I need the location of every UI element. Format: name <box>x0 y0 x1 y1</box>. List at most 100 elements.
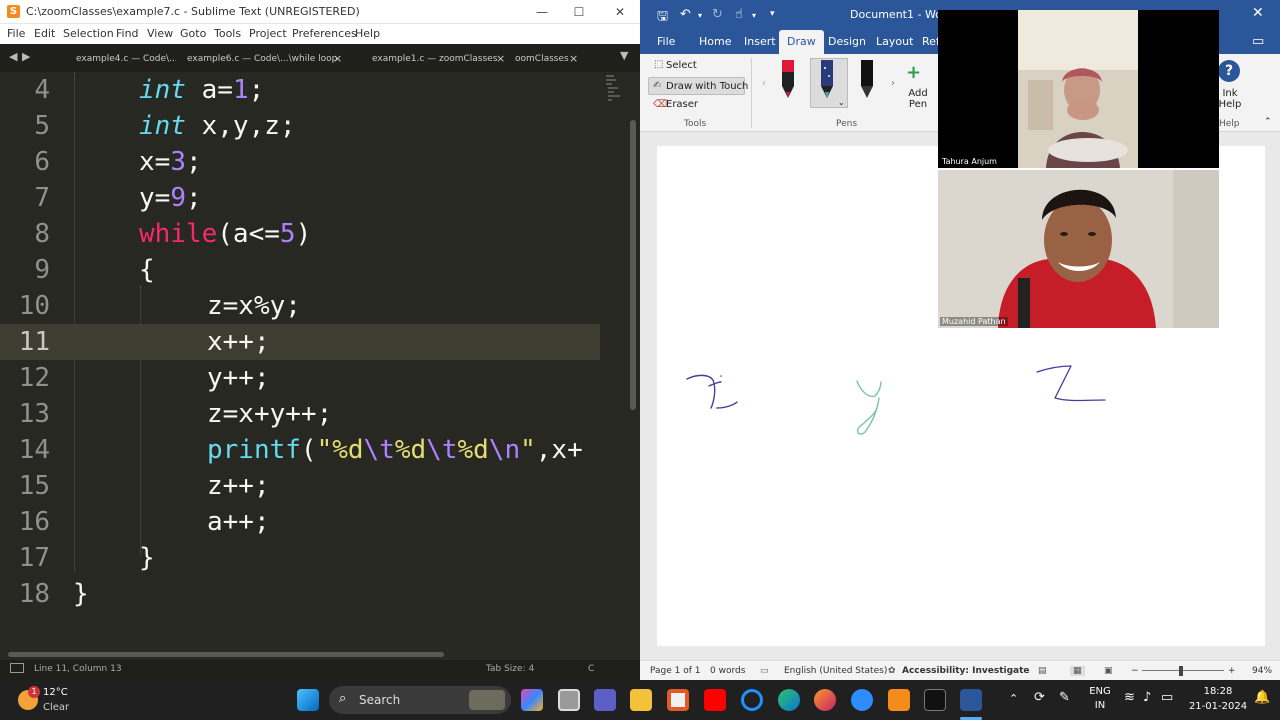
terminal-icon[interactable] <box>924 689 946 711</box>
microsoft-store-icon[interactable] <box>667 689 689 711</box>
undo-dropdown-icon[interactable]: ▾ <box>698 11 702 20</box>
tab-scroll-left-icon[interactable]: ◀ <box>9 50 17 63</box>
select-button[interactable]: Select <box>666 60 697 71</box>
redo-icon[interactable]: ↻ <box>712 7 723 22</box>
zoom-app-icon[interactable] <box>851 689 873 711</box>
clock-time[interactable]: 18:28 <box>1188 686 1248 697</box>
menu-project[interactable]: Project <box>249 27 287 40</box>
battery-icon[interactable]: ▭ <box>1161 690 1173 705</box>
save-icon[interactable]: 🖫 <box>657 7 668 29</box>
pen-options-icon[interactable]: ⌄ <box>838 98 845 107</box>
accessibility-status[interactable]: Accessibility: Investigate <box>902 666 1030 676</box>
code-editor[interactable]: 4 int a=1; 5 int x,y,z; 6 x=3; 7 y=9; 8 while… <box>0 72 640 646</box>
teams-icon[interactable] <box>594 689 616 711</box>
tab-insert[interactable]: Insert <box>744 35 776 48</box>
start-button-icon[interactable] <box>297 689 319 711</box>
close-icon[interactable]: ✕ <box>610 3 630 21</box>
clock-date[interactable]: 21-01-2024 <box>1188 701 1248 712</box>
tab-example7[interactable]: oomClasses × <box>515 48 585 70</box>
pens-scroll-left-icon[interactable]: ‹ <box>762 78 766 89</box>
minimize-icon[interactable]: — <box>532 3 552 21</box>
web-layout-icon[interactable]: ▣ <box>1104 666 1113 676</box>
tab-design[interactable]: Design <box>828 35 866 48</box>
youtube-icon[interactable] <box>704 689 726 711</box>
menu-help[interactable]: Help <box>355 27 380 40</box>
sublime-title-bar[interactable]: S C:\zoomClasses\example7.c - Sublime Te… <box>0 0 640 24</box>
menu-find[interactable]: Find <box>116 27 139 40</box>
vertical-scrollbar[interactable] <box>630 120 636 410</box>
draw-with-touch-button[interactable]: ✍ Draw with Touch <box>648 77 748 95</box>
touch-dropdown-icon[interactable]: ▾ <box>752 11 756 20</box>
tab-scroll-right-icon[interactable]: ▶ <box>22 50 30 63</box>
tab-draw[interactable]: Draw <box>779 30 824 54</box>
language-top[interactable]: ENG <box>1086 686 1114 697</box>
pen-galaxy[interactable] <box>820 60 834 100</box>
zoom-in-icon[interactable]: + <box>1228 666 1236 676</box>
menu-selection[interactable]: Selection <box>63 27 114 40</box>
taskbar-search[interactable]: ⌕ Search <box>329 686 511 714</box>
sublime-taskbar-icon[interactable] <box>888 689 910 711</box>
language-bottom[interactable]: IN <box>1086 700 1114 711</box>
collapse-ribbon-icon[interactable]: ⌃ <box>1264 117 1272 127</box>
tab-file[interactable]: File <box>657 35 675 48</box>
language-status[interactable]: English (United States) <box>784 666 887 676</box>
zoom-slider-track[interactable] <box>1142 670 1224 671</box>
copilot-icon[interactable] <box>521 689 543 711</box>
menu-edit[interactable]: Edit <box>34 27 55 40</box>
horizontal-scrollbar[interactable] <box>8 652 444 657</box>
close-tab-icon[interactable]: × <box>333 48 342 70</box>
close-tab-icon[interactable]: × <box>496 48 505 70</box>
touch-mode-icon[interactable]: ☝ <box>735 7 743 22</box>
add-pen-button[interactable]: Add Pen <box>903 88 933 110</box>
cortana-icon[interactable] <box>741 689 763 711</box>
page-count[interactable]: Page 1 of 1 <box>650 666 701 676</box>
edge-icon[interactable] <box>778 689 800 711</box>
comments-icon[interactable]: ▭ <box>1252 34 1264 49</box>
volume-icon[interactable]: ♪ <box>1143 690 1151 705</box>
menu-goto[interactable]: Goto <box>180 27 206 40</box>
pen-menu-icon[interactable]: ✎ <box>1059 690 1070 705</box>
tab-dropdown-icon[interactable]: ▼ <box>620 49 628 62</box>
undo-icon[interactable]: ↶ <box>680 7 691 22</box>
sync-icon[interactable]: ⟳ <box>1034 690 1045 705</box>
file-explorer-icon[interactable] <box>630 689 652 711</box>
customize-qat-icon[interactable]: ▾ <box>770 9 775 19</box>
pen-black[interactable] <box>860 60 874 100</box>
panel-toggle-icon[interactable] <box>10 663 24 673</box>
syntax-mode[interactable]: C <box>588 664 594 674</box>
weather-widget[interactable]: 1 12°C Clear <box>14 684 94 716</box>
tab-example6[interactable]: example6.c — Code\...\while loop × <box>187 48 347 70</box>
tab-home[interactable]: Home <box>699 35 731 48</box>
minimap[interactable] <box>600 72 630 112</box>
word-taskbar-icon[interactable] <box>960 689 982 711</box>
video-tile-muzahid[interactable]: Muzahid Pathan <box>938 170 1219 328</box>
tray-overflow-icon[interactable]: ⌃ <box>1009 692 1018 705</box>
wifi-icon[interactable]: ≋ <box>1124 690 1135 705</box>
print-layout-icon[interactable]: ▦ <box>1070 666 1085 676</box>
menu-preferences[interactable]: Preferences <box>292 27 357 40</box>
task-view-icon[interactable] <box>558 689 580 711</box>
notifications-icon[interactable]: 🔔 <box>1254 690 1270 705</box>
menu-view[interactable]: View <box>147 27 173 40</box>
tab-size[interactable]: Tab Size: 4 <box>486 664 534 674</box>
ink-help-button[interactable]: Ink Help <box>1216 88 1244 110</box>
close-tab-icon[interactable]: × <box>569 48 578 70</box>
word-count[interactable]: 0 words <box>710 666 745 676</box>
eraser-button[interactable]: Eraser <box>666 99 698 110</box>
close-icon[interactable]: ✕ <box>1252 5 1264 21</box>
tab-example4[interactable]: example4.c — Code\...\v <box>76 48 176 70</box>
tab-example1[interactable]: example1.c — zoomClasses × <box>372 48 512 70</box>
menu-tools[interactable]: Tools <box>214 27 241 40</box>
proofing-icon[interactable]: ▭ <box>760 666 769 676</box>
zoom-out-icon[interactable]: − <box>1131 666 1139 676</box>
firefox-icon[interactable] <box>814 689 836 711</box>
read-mode-icon[interactable]: ▤ <box>1038 666 1047 676</box>
menu-file[interactable]: File <box>7 27 25 40</box>
tab-layout[interactable]: Layout <box>876 35 913 48</box>
pen-red[interactable] <box>781 60 795 100</box>
pens-scroll-right-icon[interactable]: › <box>891 78 895 89</box>
maximize-icon[interactable]: ☐ <box>569 3 589 21</box>
zoom-slider-thumb[interactable] <box>1179 666 1183 676</box>
video-tile-tahura[interactable]: Tahura Anjum <box>938 10 1219 168</box>
zoom-level[interactable]: 94% <box>1252 666 1272 676</box>
